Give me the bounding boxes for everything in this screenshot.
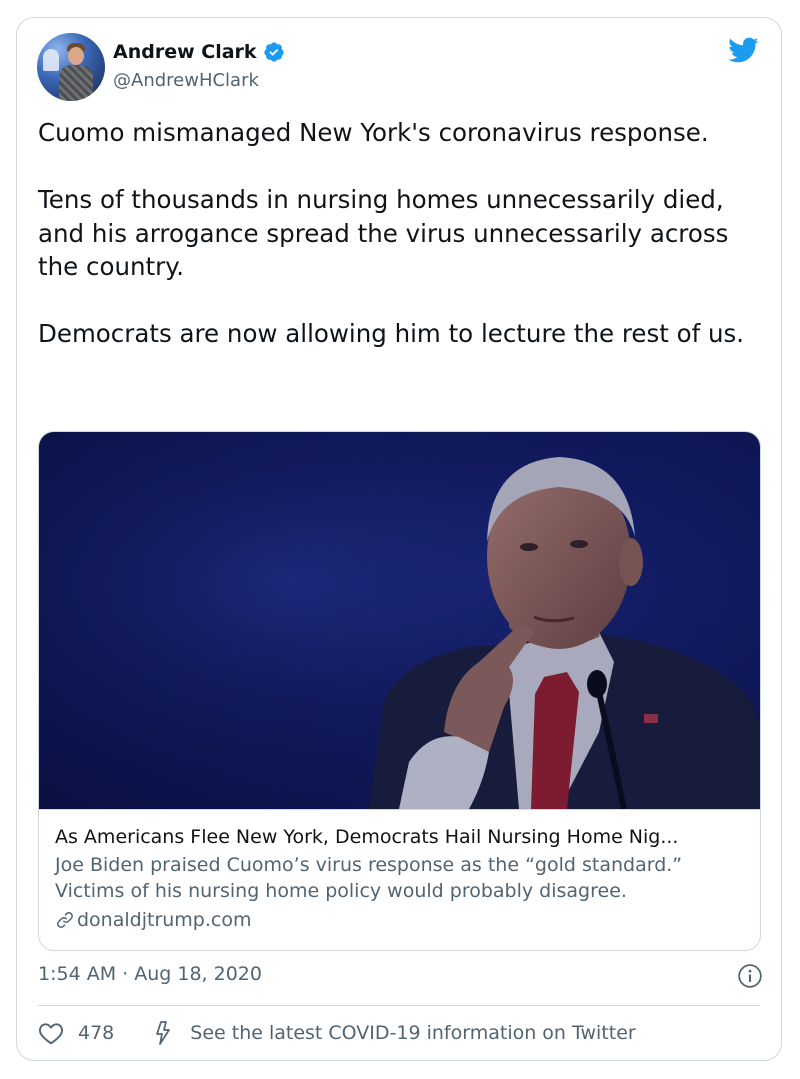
covid-info-link[interactable]: See the latest COVID-19 information on T… <box>152 1020 636 1046</box>
like-button[interactable]: 478 <box>38 1021 114 1045</box>
tweet-actions: 478 See the latest COVID-19 information … <box>38 1020 636 1046</box>
tweet-timestamp[interactable]: 1:54 AM · Aug 18, 2020 <box>38 963 262 985</box>
link-preview-image <box>39 432 760 809</box>
link-preview-domain-row: donaldjtrump.com <box>55 907 744 933</box>
avatar[interactable] <box>37 33 105 101</box>
tweet-paragraph: Cuomo mismanaged New York's coronavirus … <box>38 118 709 147</box>
avatar-head <box>68 47 84 65</box>
divider <box>38 1005 760 1006</box>
link-preview-description: Joe Biden praised Cuomo’s virus response… <box>55 854 683 902</box>
covid-info-label[interactable]: See the latest COVID-19 information on T… <box>190 1022 635 1044</box>
heart-icon[interactable] <box>38 1021 64 1045</box>
twitter-bird-icon[interactable] <box>727 36 759 64</box>
tweet-paragraph: Democrats are now allowing him to lectur… <box>38 319 745 348</box>
like-count: 478 <box>78 1022 115 1044</box>
link-preview-meta: As Americans Flee New York, Democrats Ha… <box>39 809 760 950</box>
avatar-capitol-dome <box>43 49 59 71</box>
link-preview-domain: donaldjtrump.com <box>77 909 252 931</box>
link-preview-card[interactable]: As Americans Flee New York, Democrats Ha… <box>38 431 761 951</box>
info-icon[interactable] <box>737 963 763 989</box>
verified-badge-icon <box>263 42 284 62</box>
tweet-card: Andrew Clark @AndrewHClark Cuomo mismana… <box>16 17 782 1061</box>
link-icon <box>57 912 73 928</box>
debate-photo-illustration <box>39 432 760 809</box>
tweet-paragraph: Tens of thousands in nursing homes unnec… <box>38 185 729 281</box>
avatar-body <box>59 65 93 101</box>
author-handle[interactable]: @AndrewHClark <box>113 70 259 91</box>
author-name-row: Andrew Clark <box>113 41 285 63</box>
link-preview-title: As Americans Flee New York, Democrats Ha… <box>55 826 679 848</box>
lightning-bolt-icon <box>156 1021 171 1045</box>
author-name[interactable]: Andrew Clark <box>113 41 257 63</box>
tweet-text: Cuomo mismanaged New York's coronavirus … <box>38 116 768 351</box>
